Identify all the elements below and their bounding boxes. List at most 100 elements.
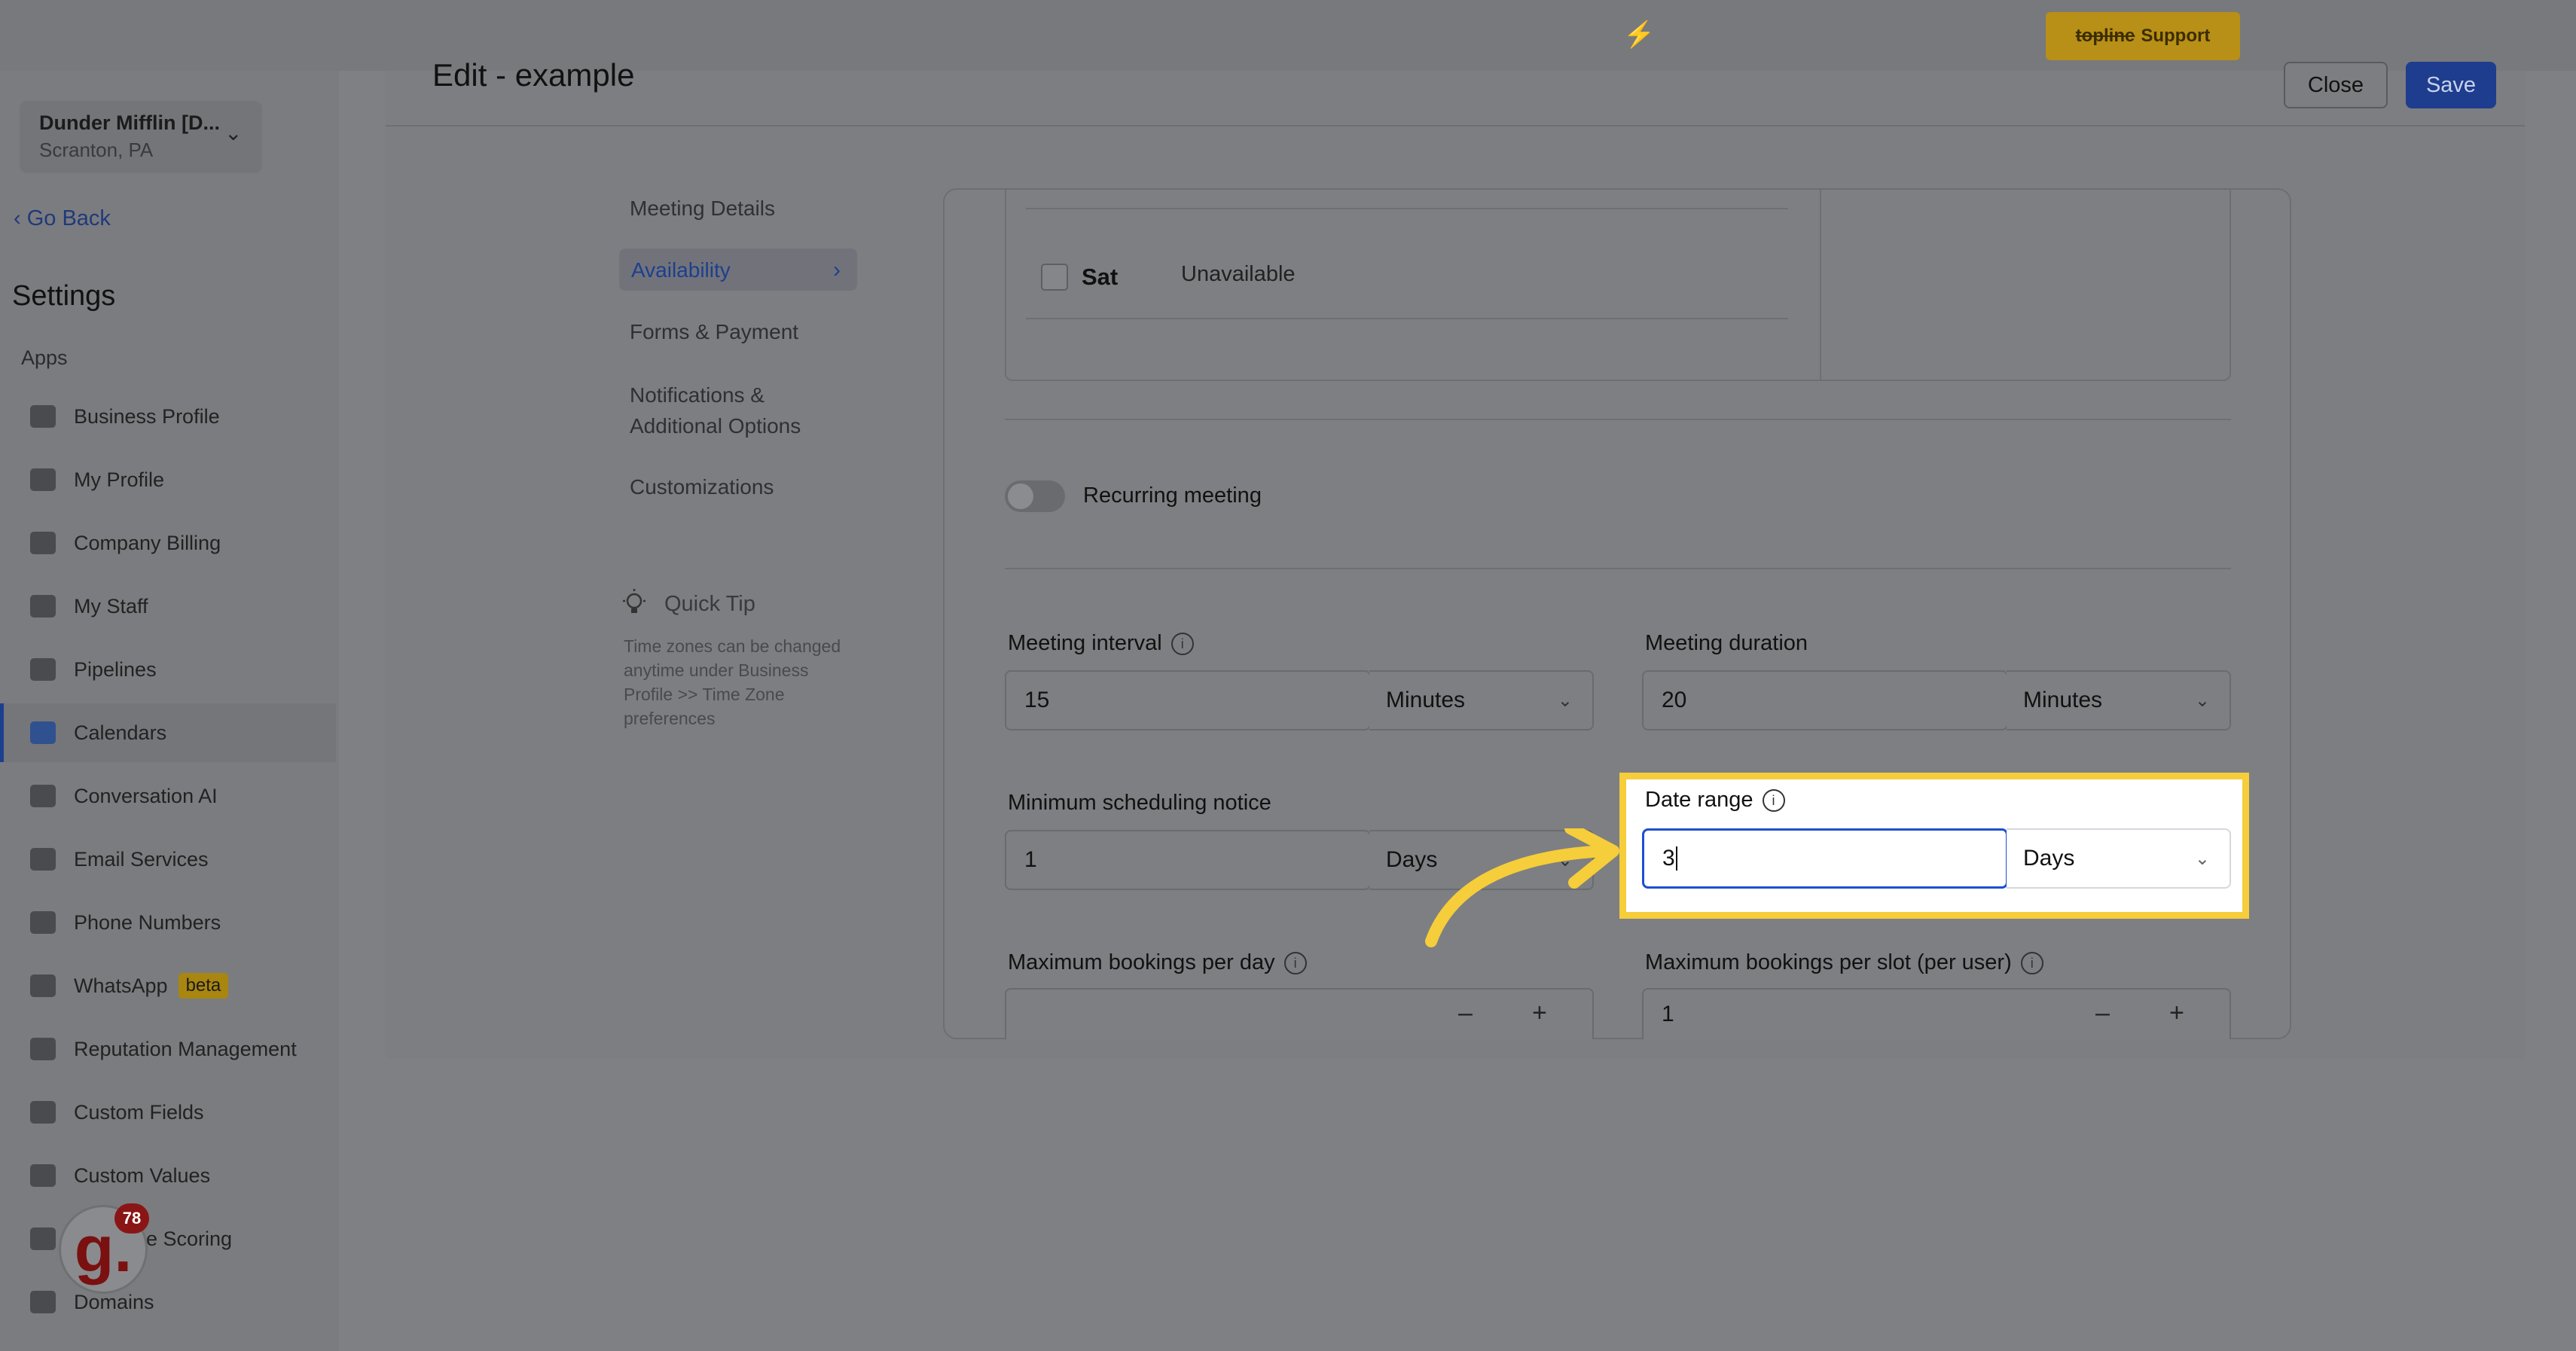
label-text: Meeting interval [1008, 631, 1162, 655]
sat-checkbox[interactable] [1041, 264, 1068, 291]
recurring-toggle[interactable] [1005, 480, 1065, 512]
sidebar-item-label: Business Profile [74, 404, 220, 428]
go-back-label: Go Back [26, 206, 111, 230]
chart-icon [30, 1227, 56, 1250]
sidebar-item-label: Phone Numbers [74, 910, 221, 934]
grid-icon [30, 532, 56, 554]
phone-icon [30, 911, 56, 934]
sidebar-item-my-profile[interactable]: My Profile [0, 450, 336, 509]
info-icon[interactable]: i [1170, 633, 1194, 656]
pie-icon [30, 1164, 56, 1187]
chevron-right-icon: › [833, 257, 841, 282]
label-text: Maximum bookings per day [1008, 950, 1275, 974]
select-value: Days [2023, 846, 2075, 871]
increment-icon[interactable]: + [2169, 999, 2184, 1028]
settings-title: Settings [12, 280, 116, 312]
max-per-slot-input[interactable]: 1 [1642, 988, 2231, 1039]
sidebar-item-domains[interactable]: Domains [0, 1273, 336, 1331]
quick-tip-title: Quick Tip [664, 592, 755, 616]
annotation-arrow-icon [1425, 828, 1619, 947]
divider [1026, 208, 1788, 209]
info-icon[interactable]: i [1283, 952, 1307, 975]
label-text: Date range [1645, 788, 1753, 812]
sidebar-item-custom-values[interactable]: Custom Values [0, 1146, 336, 1205]
sidebar-item-custom-fields[interactable]: Custom Fields [0, 1083, 336, 1142]
sidebar-item-email-services[interactable]: Email Services [0, 830, 336, 889]
chevron-down-icon: ⌄ [2194, 690, 2210, 711]
sidebar-item-calendars[interactable]: Calendars [0, 703, 336, 762]
divider [1005, 568, 2231, 569]
meeting-interval-unit-select[interactable]: Minutes ⌄ [1369, 670, 1594, 730]
sidebar-item-pipelines[interactable]: Pipelines [0, 640, 336, 699]
header-bar [386, 71, 2525, 127]
sidebar-item-label: My Profile [74, 468, 165, 491]
quick-tip-body: Time zones can be changed anytime under … [624, 636, 841, 728]
tab-meeting-details[interactable]: Meeting Details [630, 193, 871, 224]
sidebar-item-conversation-ai[interactable]: Conversation AI [0, 767, 336, 825]
day-status: Unavailable [1181, 262, 1296, 286]
min-notice-label: Minimum scheduling notice [1008, 791, 1271, 815]
select-value: Minutes [2023, 688, 2103, 712]
sidebar-item-label: Company Billing [74, 531, 221, 554]
sidebar-item-my-staff[interactable]: My Staff [0, 577, 336, 636]
max-per-day-label: Maximum bookings per day i [1008, 950, 1307, 975]
meeting-duration-input[interactable]: 20 [1642, 670, 2008, 730]
go-back-link[interactable]: ‹ Go Back [14, 206, 111, 231]
decrement-icon[interactable]: – [1458, 999, 1473, 1028]
sidebar-item-label: My Staff [74, 594, 148, 618]
domain-icon [30, 1291, 56, 1313]
meeting-duration-unit-select[interactable]: Minutes ⌄ [2007, 670, 2231, 730]
lightning-icon[interactable]: ⚡ [1623, 20, 1655, 50]
tab-availability[interactable]: Availability › [619, 249, 857, 291]
divider [1005, 419, 2231, 420]
sidebar-item-label: Calendars [74, 721, 167, 744]
location-name: Dunder Mifflin [D... [39, 111, 220, 134]
edit-icon [30, 1101, 56, 1124]
meeting-interval-input[interactable]: 15 [1005, 670, 1371, 730]
divider [1820, 188, 1821, 381]
briefcase-icon [30, 405, 56, 428]
chevron-down-icon[interactable]: ⌄ [224, 120, 242, 145]
save-button[interactable]: Save [2406, 62, 2496, 108]
toggle-knob [1008, 483, 1033, 509]
inbox-icon [30, 595, 56, 618]
sidebar-item-label: Custom Fields [74, 1100, 204, 1124]
meeting-duration-label: Meeting duration [1645, 631, 1808, 655]
calendar-icon [30, 721, 56, 744]
min-notice-input[interactable]: 1 [1005, 830, 1371, 890]
sidebar-item-label: Custom Values [74, 1163, 211, 1187]
sidebar-item-company-billing[interactable]: Company Billing [0, 514, 336, 572]
meeting-interval-label: Meeting interval i [1008, 631, 1194, 656]
select-value: Minutes [1386, 688, 1466, 712]
sidebar-item-scoring[interactable]: e Scoring [0, 1209, 336, 1268]
input-value: 3 [1662, 846, 1675, 871]
sidebar-item-reputation-management[interactable]: Reputation Management [0, 1020, 336, 1078]
apps-section-label: Apps [21, 346, 68, 369]
sidebar-item-label: Reputation Management [74, 1037, 297, 1060]
sidebar-item-label: Conversation AI [74, 784, 218, 807]
date-range-input[interactable]: 3 [1642, 828, 2008, 889]
support-label: Support [2141, 26, 2211, 46]
support-button[interactable]: topline Support [2046, 12, 2240, 60]
max-per-day-input[interactable] [1005, 988, 1594, 1039]
sidebar-item-business-profile[interactable]: Business Profile [0, 387, 336, 446]
info-icon[interactable]: i [2020, 952, 2043, 975]
increment-icon[interactable]: + [1532, 999, 1547, 1028]
chat-icon [30, 785, 56, 807]
max-per-slot-label: Maximum bookings per slot (per user) i [1645, 950, 2043, 975]
sidebar-item-label: Domains [74, 1290, 154, 1313]
user-icon [30, 468, 56, 491]
date-range-unit-select[interactable]: Days ⌄ [2007, 828, 2231, 889]
sidebar-item-whatsapp[interactable]: WhatsApp beta [0, 956, 336, 1015]
decrement-icon[interactable]: – [2095, 999, 2110, 1028]
sidebar-item-phone-numbers[interactable]: Phone Numbers [0, 893, 336, 952]
tab-notifications[interactable]: Notifications & Additional Options [630, 380, 841, 441]
tab-customizations[interactable]: Customizations [630, 471, 871, 502]
text-cursor [1675, 846, 1677, 871]
star-icon [30, 1038, 56, 1060]
location-subtitle: Scranton, PA [39, 139, 154, 161]
info-icon[interactable]: i [1762, 789, 1785, 813]
tab-forms-payment[interactable]: Forms & Payment [630, 316, 871, 347]
recurring-label: Recurring meeting [1083, 483, 1262, 508]
close-button[interactable]: Close [2284, 62, 2388, 108]
